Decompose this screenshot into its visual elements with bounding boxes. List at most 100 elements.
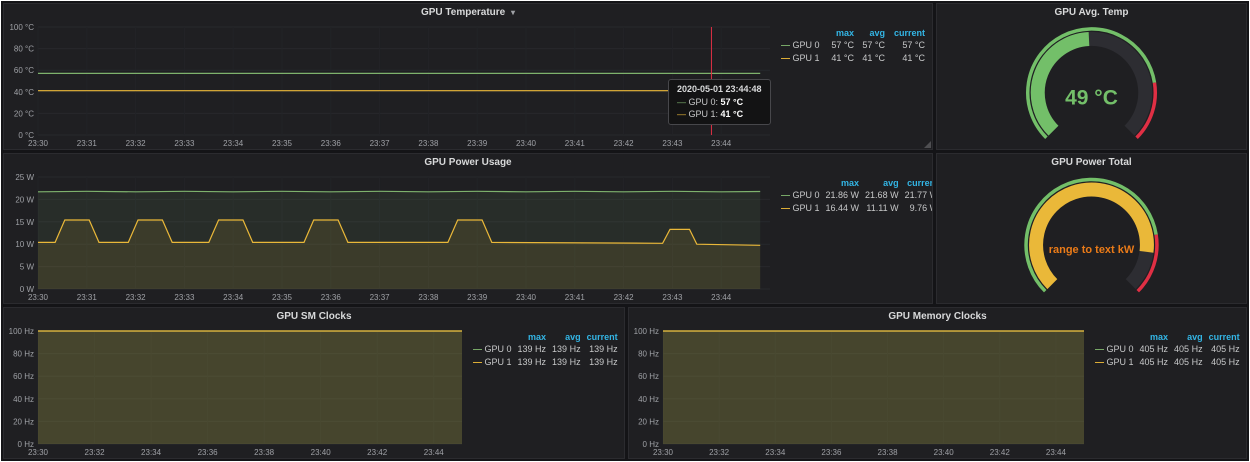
- legend-header[interactable]: max: [826, 27, 857, 39]
- tooltip-series-row: — GPU 1: 41 °C: [677, 108, 762, 120]
- legend-value: 405 Hz: [1206, 356, 1243, 369]
- svg-text:23:39: 23:39: [467, 139, 488, 148]
- legend-value: 21.68 W: [862, 189, 902, 202]
- gpu-power-total-gauge: range to text kW: [937, 171, 1246, 303]
- legend-value: 405 Hz: [1171, 356, 1206, 369]
- legend-gpu-memory-clocks: maxavgcurrent— GPU 0405 Hz405 Hz405 Hz— …: [1092, 325, 1246, 458]
- panel-title-gpu-power-total[interactable]: GPU Power Total: [937, 154, 1246, 171]
- legend-value: 41 °C: [857, 52, 888, 65]
- series-color-icon: —: [1095, 357, 1104, 367]
- legend-value: 139 Hz: [549, 356, 584, 369]
- series-color-icon: —: [677, 109, 686, 119]
- legend-series-name[interactable]: — GPU 0: [778, 39, 826, 52]
- svg-text:range to text kW: range to text kW: [1049, 244, 1135, 256]
- legend-header[interactable]: current: [902, 177, 932, 189]
- legend-header[interactable]: current: [584, 331, 621, 343]
- legend-series-name[interactable]: — GPU 0: [1092, 343, 1137, 356]
- panel-title-gpu-memory-clocks[interactable]: GPU Memory Clocks: [629, 308, 1246, 325]
- legend-row: — GPU 021.86 W21.68 W21.77 W: [778, 189, 932, 202]
- svg-text:20 Hz: 20 Hz: [13, 417, 34, 426]
- legend-header[interactable]: max: [823, 177, 863, 189]
- gpu-memory-clocks-chart[interactable]: 0 Hz20 Hz40 Hz60 Hz80 Hz100 Hz23:3023:32…: [629, 325, 1092, 458]
- svg-text:10 W: 10 W: [15, 240, 34, 249]
- legend-value: 57 °C: [888, 39, 928, 52]
- gpu-temperature-chart[interactable]: 0 °C20 °C40 °C60 °C80 °C100 °C23:3023:31…: [4, 21, 778, 149]
- panel-title-gpu-avg-temp[interactable]: GPU Avg. Temp: [937, 4, 1246, 21]
- panel-title-gpu-temperature[interactable]: GPU Temperature ▾: [4, 4, 932, 21]
- legend-header[interactable]: current: [1206, 331, 1243, 343]
- legend-row: — GPU 1139 Hz139 Hz139 Hz: [470, 356, 621, 369]
- legend-header[interactable]: current: [888, 27, 928, 39]
- svg-text:15 W: 15 W: [15, 218, 34, 227]
- svg-text:23:32: 23:32: [126, 139, 147, 148]
- svg-text:23:34: 23:34: [223, 293, 244, 302]
- legend-series-name[interactable]: — GPU 1: [778, 202, 823, 215]
- panel-gpu-power-usage: GPU Power Usage 0 W5 W10 W15 W20 W25 W23…: [3, 153, 933, 304]
- legend-value: 57 °C: [857, 39, 888, 52]
- legend-value: 139 Hz: [515, 343, 550, 356]
- legend-row: — GPU 116.44 W11.11 W9.76 W: [778, 202, 932, 215]
- legend-gpu-sm-clocks: maxavgcurrent— GPU 0139 Hz139 Hz139 Hz— …: [470, 325, 624, 458]
- legend-header[interactable]: avg: [1171, 331, 1206, 343]
- tooltip-series-value: 41 °C: [721, 109, 744, 119]
- panel-gpu-power-total: GPU Power Total range to text kW: [936, 153, 1247, 304]
- series-color-icon: —: [1095, 344, 1104, 354]
- svg-text:80 Hz: 80 Hz: [13, 350, 34, 359]
- svg-text:23:41: 23:41: [565, 293, 586, 302]
- tooltip-series-label: GPU 1:: [689, 109, 719, 119]
- panel-gpu-avg-temp: GPU Avg. Temp 49 °C: [936, 3, 1247, 150]
- svg-text:80 Hz: 80 Hz: [638, 350, 659, 359]
- legend-value: 405 Hz: [1206, 343, 1243, 356]
- legend-header[interactable]: avg: [549, 331, 584, 343]
- legend-value: 9.76 W: [902, 202, 932, 215]
- panel-title-gpu-power-usage[interactable]: GPU Power Usage: [4, 154, 932, 171]
- svg-text:60 Hz: 60 Hz: [638, 372, 659, 381]
- svg-text:23:44: 23:44: [711, 293, 732, 302]
- legend-header[interactable]: avg: [862, 177, 902, 189]
- svg-text:23:36: 23:36: [821, 448, 842, 457]
- legend-header[interactable]: max: [515, 331, 550, 343]
- svg-text:23:31: 23:31: [77, 139, 98, 148]
- svg-text:23:36: 23:36: [198, 448, 219, 457]
- legend-series-name[interactable]: — GPU 0: [470, 343, 515, 356]
- legend-value: 405 Hz: [1171, 343, 1206, 356]
- svg-text:23:42: 23:42: [614, 139, 635, 148]
- panel-resize-handle[interactable]: [924, 141, 931, 148]
- svg-text:60 °C: 60 °C: [14, 66, 34, 75]
- svg-text:100 °C: 100 °C: [9, 23, 34, 32]
- panel-title-gpu-sm-clocks[interactable]: GPU SM Clocks: [4, 308, 624, 325]
- legend-value: 139 Hz: [515, 356, 550, 369]
- series-color-icon: —: [781, 53, 790, 63]
- svg-text:23:31: 23:31: [77, 293, 98, 302]
- legend-table: maxavgcurrent— GPU 0139 Hz139 Hz139 Hz— …: [470, 331, 621, 369]
- svg-text:20 Hz: 20 Hz: [638, 417, 659, 426]
- svg-text:25 W: 25 W: [15, 173, 34, 182]
- series-color-icon: —: [781, 40, 790, 50]
- legend-series-name[interactable]: — GPU 0: [778, 189, 823, 202]
- legend-series-name[interactable]: — GPU 1: [470, 356, 515, 369]
- legend-table: maxavgcurrent— GPU 021.86 W21.68 W21.77 …: [778, 177, 932, 215]
- svg-text:80 °C: 80 °C: [14, 45, 34, 54]
- gpu-power-usage-chart[interactable]: 0 W5 W10 W15 W20 W25 W23:3023:3123:3223:…: [4, 171, 778, 303]
- legend-header[interactable]: max: [1137, 331, 1172, 343]
- tooltip-series-value: 57 °C: [721, 97, 744, 107]
- svg-text:23:32: 23:32: [85, 448, 106, 457]
- svg-text:23:42: 23:42: [367, 448, 388, 457]
- legend-series-name[interactable]: — GPU 1: [1092, 356, 1137, 369]
- svg-text:40 °C: 40 °C: [14, 88, 34, 97]
- svg-text:23:43: 23:43: [662, 293, 683, 302]
- legend-value: 41 °C: [888, 52, 928, 65]
- gpu-avg-temp-gauge: 49 °C: [937, 21, 1246, 149]
- gpu-sm-clocks-chart[interactable]: 0 Hz20 Hz40 Hz60 Hz80 Hz100 Hz23:3023:32…: [4, 325, 470, 458]
- svg-text:23:37: 23:37: [370, 139, 391, 148]
- legend-row: — GPU 0139 Hz139 Hz139 Hz: [470, 343, 621, 356]
- legend-header[interactable]: avg: [857, 27, 888, 39]
- legend-series-name[interactable]: — GPU 1: [778, 52, 826, 65]
- legend-gpu-power-usage: maxavgcurrent— GPU 021.86 W21.68 W21.77 …: [778, 171, 932, 303]
- legend-table: maxavgcurrent— GPU 057 °C57 °C57 °C— GPU…: [778, 27, 928, 65]
- svg-text:23:40: 23:40: [934, 448, 955, 457]
- chart-tooltip: 2020-05-01 23:44:48 — GPU 0: 57 °C — GPU…: [668, 79, 771, 125]
- legend-value: 405 Hz: [1137, 343, 1172, 356]
- svg-text:5 W: 5 W: [20, 263, 35, 272]
- svg-text:23:44: 23:44: [424, 448, 445, 457]
